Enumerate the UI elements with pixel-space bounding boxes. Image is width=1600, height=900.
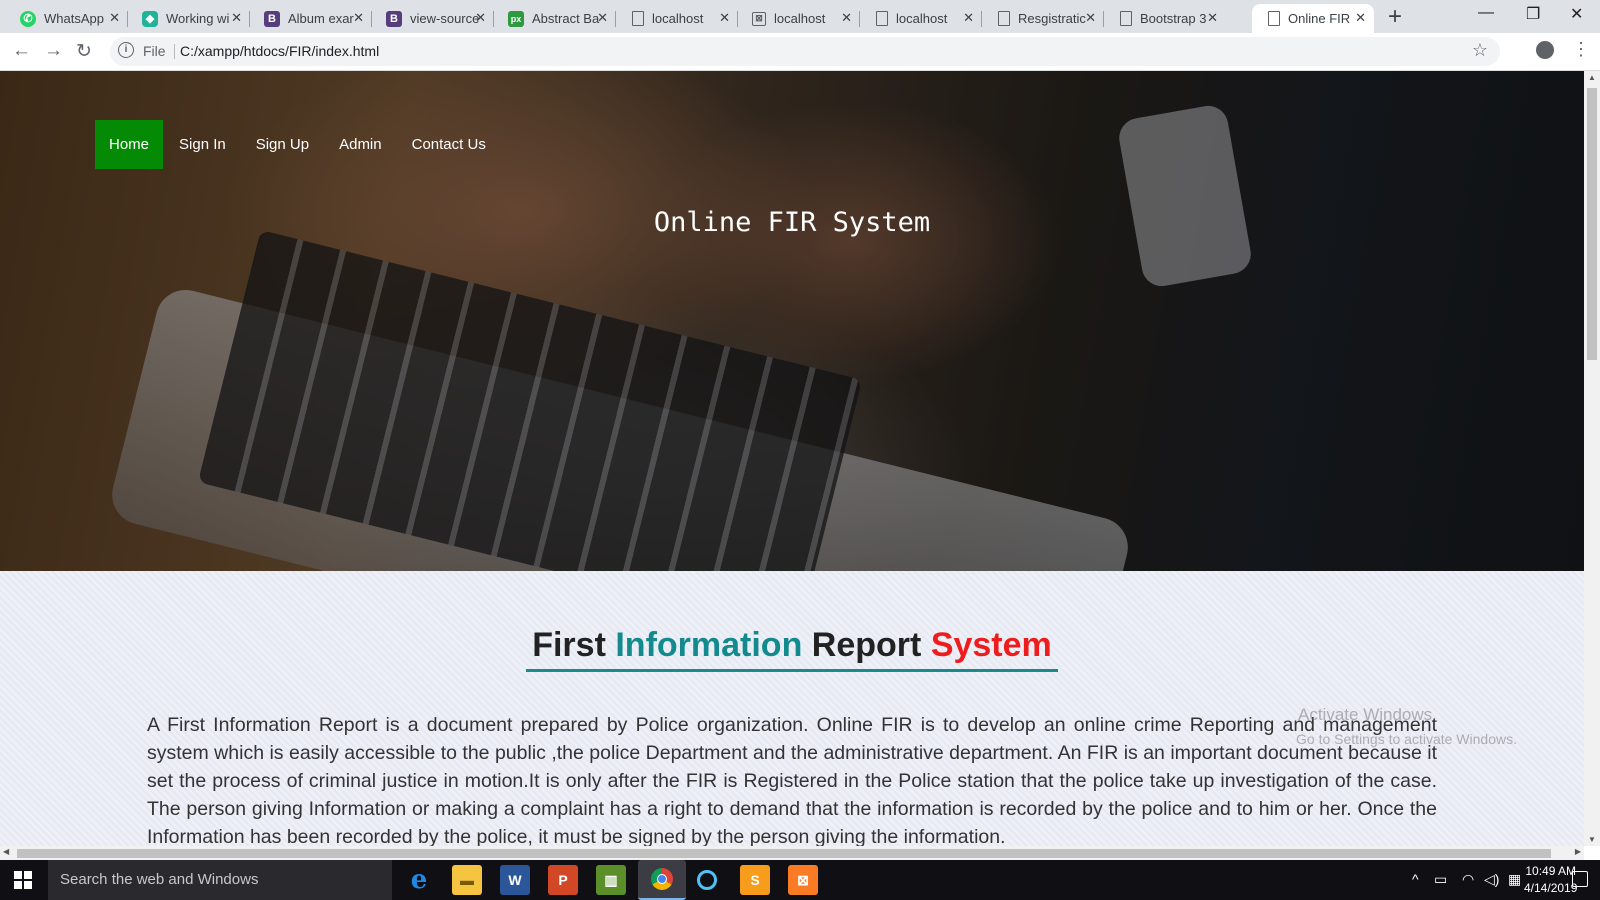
activate-windows-hint: Go to Settings to activate Windows. — [1296, 731, 1517, 747]
page-icon — [876, 11, 888, 26]
nav-sign-in[interactable]: Sign In — [165, 120, 240, 169]
tab-abstract-background[interactable]: px Abstract Ba ✕ — [494, 4, 616, 33]
profile-avatar-icon[interactable] — [1536, 41, 1554, 59]
vertical-scrollbar[interactable]: ▲ ▼ — [1584, 71, 1600, 846]
tray-chevron-icon[interactable]: ^ — [1412, 871, 1419, 887]
close-tab-icon[interactable]: ✕ — [841, 10, 852, 26]
notifications-icon[interactable] — [1572, 871, 1588, 887]
bootstrap-icon: B — [264, 10, 280, 27]
scroll-right-icon[interactable]: ▶ — [1575, 847, 1581, 856]
activate-windows-watermark: Activate Windows — [1298, 705, 1433, 724]
close-tab-icon[interactable]: ✕ — [109, 10, 120, 26]
page-viewport: Home Sign In Sign Up Admin Contact Us On… — [0, 71, 1584, 846]
tab-localhost-1[interactable]: localhost ✕ — [616, 4, 738, 33]
file-explorer-icon[interactable]: ▬ — [452, 865, 482, 895]
bookmark-star-icon[interactable]: ☆ — [1472, 40, 1488, 61]
tab-whatsapp[interactable]: ✆ WhatsApp ✕ — [6, 4, 128, 33]
page-icon — [998, 11, 1010, 26]
xampp-icon[interactable]: ⊠ — [788, 865, 818, 895]
hero-title: Online FIR System — [653, 207, 931, 238]
chart-app-icon[interactable]: ▥ — [596, 865, 626, 895]
minimize-icon[interactable]: — — [1478, 4, 1494, 22]
whatsapp-icon: ✆ — [20, 10, 36, 27]
image-icon: ⊠ — [752, 11, 766, 26]
chrome-taskbar-icon[interactable] — [638, 860, 686, 900]
scroll-down-icon[interactable]: ▼ — [1588, 835, 1596, 844]
tab-localhost-2[interactable]: ⊠ localhost ✕ — [738, 4, 860, 33]
powerpoint-icon[interactable]: P — [548, 865, 578, 895]
back-icon[interactable]: ← — [12, 40, 31, 62]
tab-album-example[interactable]: B Album exar ✕ — [250, 4, 372, 33]
wifi-icon[interactable]: ◠ — [1462, 871, 1474, 888]
system-clock[interactable]: 10:49 AM 4/14/2019 — [1524, 863, 1577, 897]
new-tab-icon[interactable]: + — [1388, 3, 1402, 31]
vertical-scroll-thumb[interactable] — [1587, 88, 1597, 360]
close-tab-icon[interactable]: ✕ — [1207, 10, 1218, 26]
windows-start-icon[interactable] — [14, 871, 33, 890]
close-tab-icon[interactable]: ✕ — [231, 10, 242, 26]
nav-admin[interactable]: Admin — [325, 120, 396, 169]
section-heading: First Information Report System — [0, 626, 1584, 672]
page-icon — [1268, 11, 1280, 26]
browser-toolbar: ← → ↻ i File C:/xampp/htdocs/FIR/index.h… — [0, 33, 1600, 71]
tab-online-fir[interactable]: Online FIR ✕ — [1252, 4, 1374, 33]
nav-sign-up[interactable]: Sign Up — [242, 120, 323, 169]
keyboard-icon[interactable]: ▦ — [1508, 871, 1521, 888]
forward-icon[interactable]: → — [44, 40, 63, 62]
volume-icon[interactable]: ◁) — [1484, 871, 1499, 888]
heading-word-system: System — [930, 626, 1052, 664]
about-paragraph: A First Information Report is a document… — [147, 714, 1437, 846]
heading-word-report: Report — [811, 626, 922, 664]
shield-icon: ◆ — [142, 10, 158, 27]
address-scheme-label: File — [143, 43, 166, 59]
clock-time: 10:49 AM — [1525, 864, 1577, 878]
clock-date: 4/14/2019 — [1524, 881, 1578, 895]
px-icon: px — [508, 10, 524, 27]
close-tab-icon[interactable]: ✕ — [1355, 10, 1366, 26]
tab-working-with[interactable]: ◆ Working wi ✕ — [128, 4, 250, 33]
taskbar-search-box[interactable]: Search the web and Windows — [48, 860, 392, 900]
tab-localhost-3[interactable]: localhost ✕ — [860, 4, 982, 33]
main-nav: Home Sign In Sign Up Admin Contact Us — [95, 120, 502, 169]
bootstrap-icon: B — [386, 10, 402, 27]
word-icon[interactable]: W — [500, 865, 530, 895]
media-app-icon[interactable] — [692, 865, 722, 895]
reload-icon[interactable]: ↻ — [76, 40, 92, 63]
browser-tab-strip: ✆ WhatsApp ✕ ◆ Working wi ✕ B Album exar… — [0, 0, 1600, 33]
windows-taskbar: Search the web and Windows e ▬ W P ▥ S ⊠… — [0, 860, 1600, 900]
close-tab-icon[interactable]: ✕ — [597, 10, 608, 26]
close-tab-icon[interactable]: ✕ — [353, 10, 364, 26]
tab-view-source[interactable]: B view-source ✕ — [372, 4, 494, 33]
close-tab-icon[interactable]: ✕ — [719, 10, 730, 26]
horizontal-scrollbar[interactable]: ◀ ▶ — [0, 846, 1584, 860]
tab-bootstrap-3[interactable]: Bootstrap 3 ✕ — [1104, 4, 1226, 33]
nav-home[interactable]: Home — [95, 120, 164, 169]
edge-browser-icon[interactable]: e — [404, 865, 434, 895]
battery-icon[interactable]: ▭ — [1434, 871, 1447, 888]
scroll-left-icon[interactable]: ◀ — [3, 847, 9, 856]
address-url[interactable]: C:/xampp/htdocs/FIR/index.html — [180, 43, 379, 59]
tab-registration[interactable]: Resgistratic ✕ — [982, 4, 1104, 33]
heading-word-information: Information — [615, 626, 803, 664]
heading-word-first: First — [532, 626, 606, 664]
restore-icon[interactable]: ❐ — [1526, 4, 1540, 24]
sublime-text-icon[interactable]: S — [740, 865, 770, 895]
nav-contact-us[interactable]: Contact Us — [398, 120, 500, 169]
horizontal-scroll-thumb[interactable] — [17, 849, 1551, 858]
address-bar[interactable]: i File C:/xampp/htdocs/FIR/index.html ☆ — [110, 37, 1500, 66]
close-tab-icon[interactable]: ✕ — [475, 10, 486, 26]
menu-kebab-icon[interactable]: ⋮ — [1572, 39, 1590, 60]
scroll-up-icon[interactable]: ▲ — [1588, 73, 1596, 82]
hero-banner: Home Sign In Sign Up Admin Contact Us On… — [0, 71, 1584, 571]
close-window-icon[interactable]: ✕ — [1570, 4, 1583, 24]
page-icon — [1120, 11, 1132, 26]
info-icon[interactable]: i — [118, 42, 134, 58]
page-icon — [632, 11, 644, 26]
close-tab-icon[interactable]: ✕ — [963, 10, 974, 26]
close-tab-icon[interactable]: ✕ — [1085, 10, 1096, 26]
